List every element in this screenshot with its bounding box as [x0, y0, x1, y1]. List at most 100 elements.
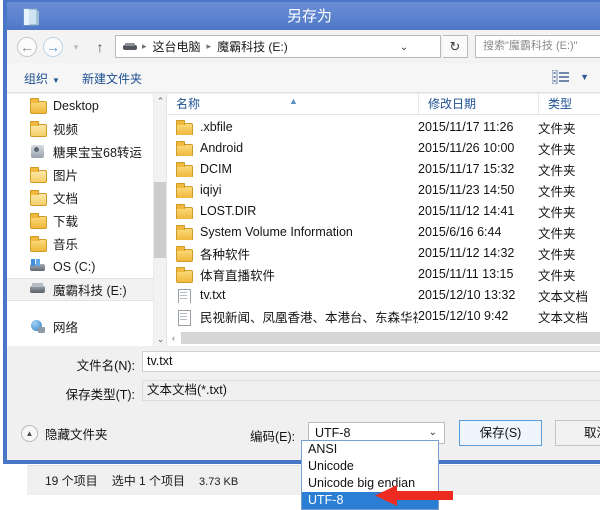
file-date: 2015/12/10 9:42 [418, 309, 509, 323]
navigation-pane-scrollbar[interactable]: ⌃ ⌄ [153, 94, 166, 346]
navigation-bar: ← → ▾ ↑ ▸ 这台电脑 ▸ 魔霸科技 (E:) ⌄ ↻ 搜索"魔霸科技 (… [7, 30, 600, 63]
organize-button[interactable]: 组织 ▼ [24, 70, 60, 87]
table-row[interactable]: tv.txt 2015/12/10 13:32 文本文档 [167, 285, 600, 305]
file-list-pane: 名称 ▲ 修改日期 类型 .xbfile 2015/11/17 11:26 文件… [167, 94, 600, 346]
column-header-date[interactable]: 修改日期 [418, 94, 538, 114]
scrollbar-track[interactable] [181, 332, 600, 344]
sidebar-item-videos[interactable]: 视频 [7, 117, 166, 140]
red-pointer-arrow-icon [375, 485, 453, 506]
sidebar-item-os-c[interactable]: OS (C:) [7, 255, 166, 278]
file-date: 2015/11/26 10:00 [418, 141, 515, 155]
table-row[interactable]: iqiyi 2015/11/23 14:50 文件夹 [167, 180, 600, 200]
forward-button[interactable]: → [43, 37, 63, 57]
table-row[interactable]: LOST.DIR 2015/11/12 14:41 文件夹 [167, 201, 600, 221]
file-name: 体育直播软件 [200, 268, 276, 283]
table-row[interactable]: .xbfile 2015/11/17 11:26 文件夹 [167, 117, 600, 137]
folder-icon [176, 203, 193, 219]
text-document-icon [176, 288, 192, 303]
chevron-down-icon[interactable]: ⌄ [396, 40, 412, 55]
scroll-down-icon[interactable]: ⌄ [154, 332, 166, 346]
os-drive-icon [30, 259, 46, 274]
sidebar-item-contacts[interactable]: 糖果宝宝68转运 [7, 140, 166, 163]
folder-icon [176, 140, 193, 156]
file-type: 文件夹 [538, 184, 576, 199]
breadcrumb-drive-e[interactable]: 魔霸科技 (E:) [215, 38, 290, 55]
file-name-input[interactable]: tv.txt [142, 351, 600, 372]
file-type: 文件夹 [538, 142, 576, 157]
folder-downloads-icon [30, 213, 47, 229]
file-date: 2015/11/12 14:32 [418, 246, 515, 260]
up-button[interactable]: ↑ [91, 37, 109, 57]
sidebar-item-network[interactable]: 网络 [7, 315, 166, 338]
cancel-button[interactable]: 取消 [555, 420, 600, 446]
sidebar-item-label: 图片 [53, 169, 79, 183]
navigation-pane: Desktop 视频 糖果宝宝68转运 图片 文档 下载 音乐 OS (C:) … [7, 94, 166, 346]
sidebar-item-label: 文档 [53, 192, 79, 206]
file-name-form: 文件名(N): tv.txt 保存类型(T): 文本文档(*.txt) [7, 346, 600, 408]
sidebar-item-label: OS (C:) [53, 259, 96, 274]
status-selection: 选中 1 个项目 [111, 474, 186, 488]
scrollbar-thumb[interactable] [154, 182, 166, 258]
file-name: 民视新闻、凤凰香港、本港台、东森华视... [200, 310, 418, 325]
sort-ascending-icon: ▲ [289, 96, 298, 106]
back-button[interactable]: ← [17, 37, 37, 57]
breadcrumb-separator: ▸ [142, 41, 147, 51]
file-name: System Volume Information [200, 225, 353, 239]
sidebar-item-downloads[interactable]: 下载 [7, 209, 166, 232]
save-button[interactable]: 保存(S) [459, 420, 542, 446]
sidebar-item-desktop[interactable]: Desktop [7, 94, 166, 117]
sidebar-item-label: 魔霸科技 (E:) [53, 284, 127, 298]
file-type: 文件夹 [538, 247, 576, 262]
table-row[interactable]: System Volume Information 2015/6/16 6:44… [167, 222, 600, 242]
save-type-select[interactable]: 文本文档(*.txt) [142, 380, 600, 401]
drive-icon [30, 282, 46, 297]
refresh-button[interactable]: ↻ [443, 35, 468, 58]
encoding-label: 编码(E): [250, 430, 296, 444]
search-input[interactable]: 搜索"魔霸科技 (E:)" [475, 35, 600, 58]
new-folder-button[interactable]: 新建文件夹 [82, 70, 142, 87]
scroll-left-icon[interactable]: ‹ [167, 330, 180, 346]
save-type-label: 保存类型(T): [65, 388, 135, 402]
folder-pictures-icon [30, 167, 47, 183]
encoding-selected-value: UTF-8 [315, 426, 351, 440]
sidebar-item-pictures[interactable]: 图片 [7, 163, 166, 186]
sidebar-item-documents[interactable]: 文档 [7, 186, 166, 209]
scroll-up-icon[interactable]: ⌃ [154, 94, 166, 108]
folder-icon [176, 245, 193, 262]
column-header-type[interactable]: 类型 [538, 94, 600, 114]
folder-music-icon [30, 236, 47, 252]
chevron-up-icon: ▲ [21, 425, 38, 442]
sidebar-item-label: 网络 [53, 321, 79, 335]
breadcrumb-separator: ▸ [206, 41, 212, 51]
table-row[interactable]: 民视新闻、凤凰香港、本港台、东森华视... 2015/12/10 9:42 文本… [167, 306, 600, 326]
file-date: 2015/12/10 13:32 [418, 288, 516, 302]
view-chevron-down-icon[interactable]: ▼ [580, 72, 589, 82]
view-layout-icon[interactable] [552, 70, 569, 84]
file-type: 文件夹 [538, 205, 576, 220]
address-bar[interactable]: ▸ 这台电脑 ▸ 魔霸科技 (E:) ⌄ [115, 35, 441, 58]
file-type: 文件夹 [538, 121, 576, 136]
text-document-icon [176, 309, 192, 326]
file-name: .xbfile [200, 120, 233, 134]
sidebar-item-label: Desktop [53, 98, 99, 113]
sidebar-item-label: 下载 [53, 215, 79, 229]
sidebar-item-music[interactable]: 音乐 [7, 232, 166, 255]
table-row[interactable]: Android 2015/11/26 10:00 文件夹 [167, 138, 600, 158]
table-row[interactable]: 体育直播软件 2015/11/11 13:15 文件夹 [167, 264, 600, 284]
contacts-icon [30, 144, 46, 159]
dropdown-option-unicode[interactable]: Unicode [302, 458, 438, 475]
table-row[interactable]: DCIM 2015/11/17 15:32 文件夹 [167, 159, 600, 179]
table-row[interactable]: 各种软件 2015/11/12 14:32 文件夹 [167, 243, 600, 263]
column-header-row: 名称 ▲ 修改日期 类型 [167, 94, 600, 115]
file-date: 2015/11/17 15:32 [418, 162, 515, 176]
dropdown-option-ansi[interactable]: ANSI [302, 441, 438, 458]
sidebar-item-drive-e[interactable]: 魔霸科技 (E:) [7, 278, 166, 301]
hide-folders-button[interactable]: ▲ 隐藏文件夹 [21, 424, 108, 443]
folder-icon [176, 182, 193, 198]
file-list-horizontal-scrollbar[interactable]: ‹ [167, 330, 600, 346]
status-selected-size: 3.73 KB [199, 476, 239, 488]
recent-locations-icon[interactable]: ▾ [69, 40, 83, 54]
file-name: iqiyi [200, 183, 222, 197]
file-type: 文本文档 [538, 310, 589, 325]
breadcrumb-this-pc[interactable]: 这台电脑 [151, 38, 203, 55]
